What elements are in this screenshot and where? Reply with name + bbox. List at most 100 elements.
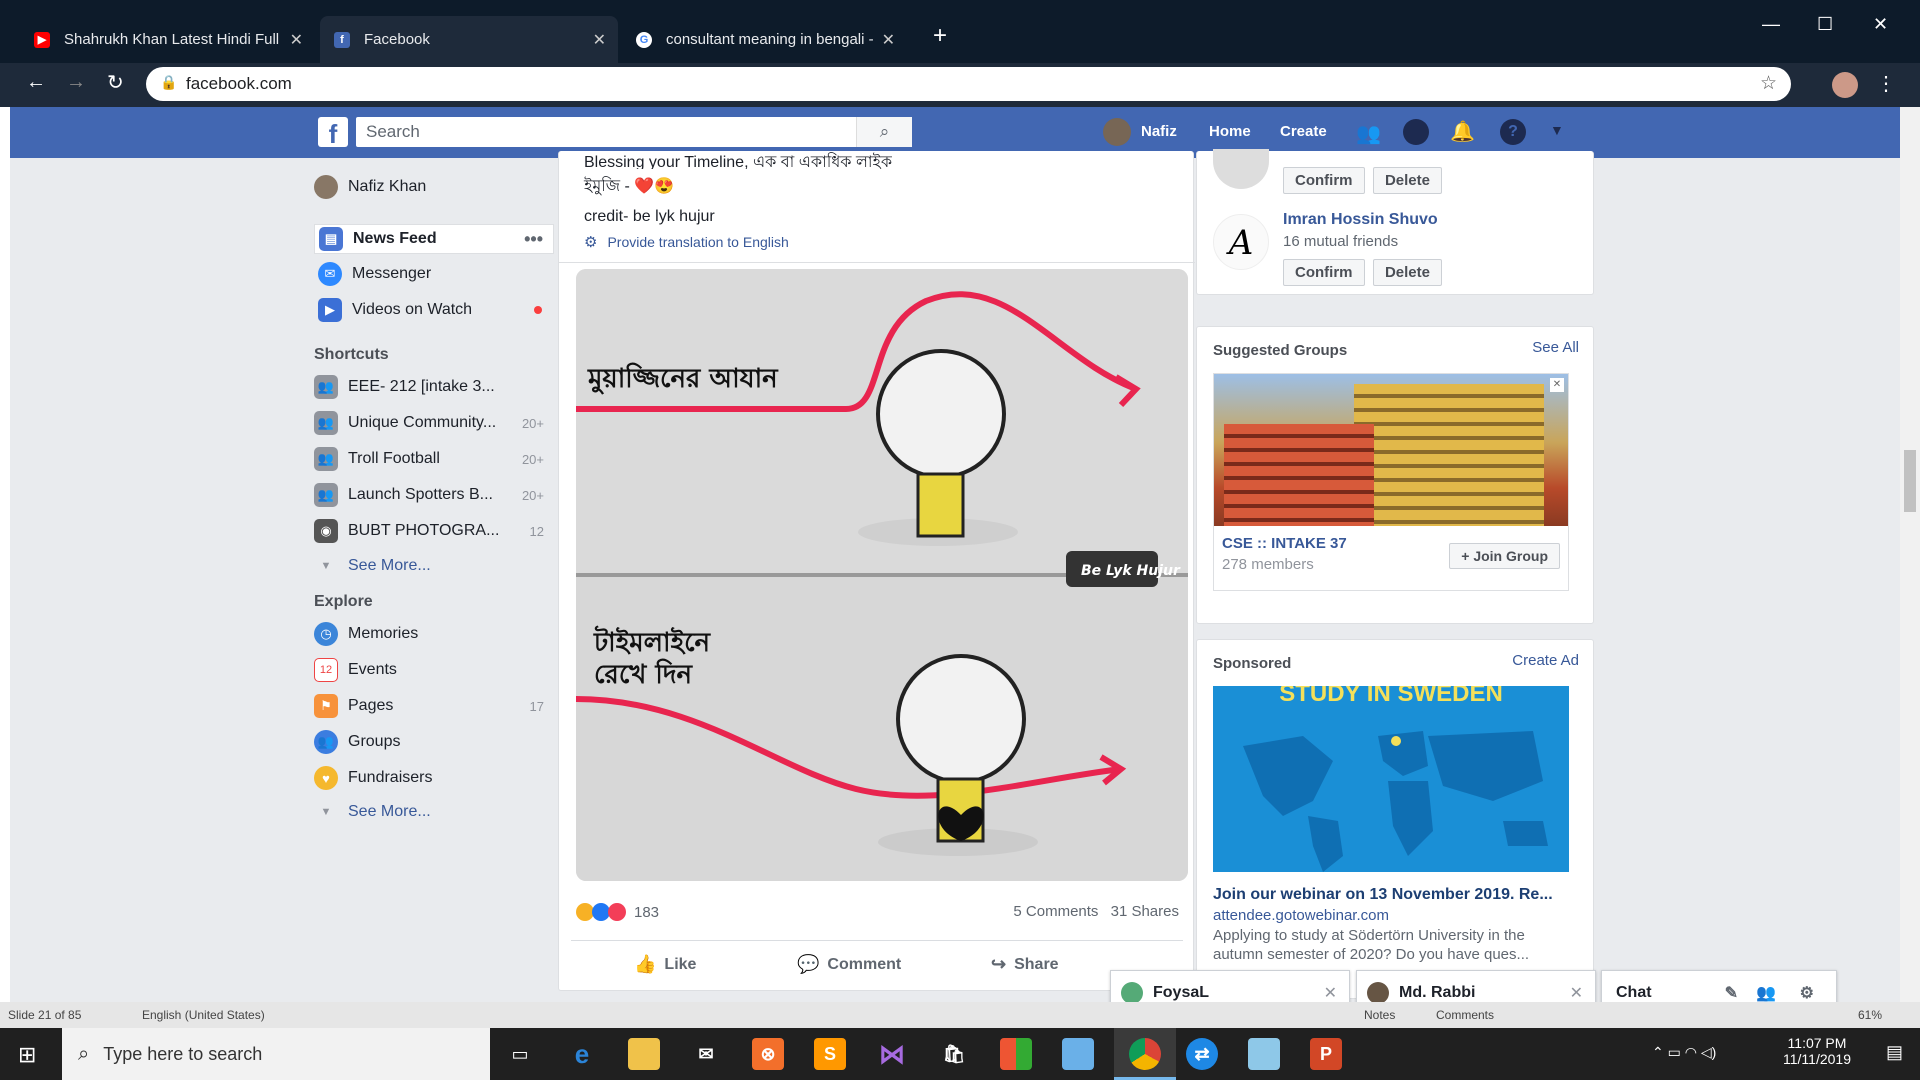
explore-memories[interactable]: ◷ Memories — [314, 619, 554, 649]
shortcut-item[interactable]: ◉ BUBT PHOTOGRA... 12 — [314, 516, 554, 546]
sublime-icon[interactable]: S — [814, 1038, 846, 1070]
close-chat-icon[interactable]: ✕ — [1324, 983, 1337, 1003]
ad-domain[interactable]: attendee.gotowebinar.com — [1213, 907, 1389, 924]
join-group-button[interactable]: + Join Group — [1449, 543, 1560, 569]
page-scrollbar[interactable] — [1900, 107, 1920, 1002]
avatar[interactable]: A — [1213, 214, 1269, 270]
explore-pages[interactable]: ⚑ Pages 17 — [314, 691, 554, 721]
comment-button[interactable]: 💬 Comment — [797, 954, 901, 975]
app-icon[interactable] — [1248, 1038, 1280, 1070]
nav-watch[interactable]: ▶ Videos on Watch — [314, 295, 554, 325]
action-center-icon[interactable]: ▤ — [1886, 1042, 1903, 1063]
notifications-icon[interactable]: 🔔 — [1450, 119, 1475, 144]
edge-icon[interactable]: e — [566, 1038, 598, 1070]
search-icon[interactable]: ⌕ — [856, 117, 912, 147]
file-explorer-icon[interactable] — [628, 1038, 660, 1070]
dismiss-icon[interactable]: ✕ — [1550, 378, 1564, 392]
clock[interactable]: 11:07 PM 11/11/2019 — [1762, 1035, 1872, 1067]
close-tab-icon[interactable]: ✕ — [290, 30, 303, 50]
windows-start-icon[interactable]: ⊞ — [18, 1042, 36, 1068]
reactions-summary[interactable]: 183 — [576, 903, 659, 921]
comments-button[interactable]: Comments — [1436, 1008, 1494, 1022]
ad-image[interactable]: STUDY IN SWEDEN — [1213, 686, 1569, 872]
shortcut-item[interactable]: 👥 Troll Football 20+ — [314, 444, 554, 474]
maximize-icon[interactable]: ☐ — [1817, 14, 1833, 35]
bookmark-star-icon[interactable]: ☆ — [1760, 72, 1777, 95]
new-tab-button[interactable]: + — [933, 22, 947, 50]
group-suggestion[interactable]: ✕ CSE :: INTAKE 37 278 members + Join Gr… — [1213, 373, 1569, 591]
xampp-icon[interactable]: ⊗ — [752, 1038, 784, 1070]
create-link[interactable]: Create — [1280, 123, 1327, 140]
menu-dots-icon[interactable]: ⋮ — [1876, 71, 1896, 96]
teamviewer-icon[interactable]: ⇄ — [1186, 1038, 1218, 1070]
close-window-icon[interactable]: ✕ — [1873, 14, 1888, 35]
explore-groups[interactable]: 👥 Groups — [314, 727, 554, 757]
confirm-button[interactable]: Confirm — [1283, 167, 1365, 194]
system-tray-icons[interactable]: ⌃ ▭ ◠ ◁) — [1652, 1044, 1716, 1061]
share-count[interactable]: 31 Shares — [1111, 903, 1179, 920]
group-name[interactable]: CSE :: INTAKE 37 — [1222, 535, 1347, 552]
close-tab-icon[interactable]: ✕ — [593, 30, 606, 50]
explore-events[interactable]: 12 Events — [314, 655, 554, 685]
confirm-button[interactable]: Confirm — [1283, 259, 1365, 286]
messenger-icon[interactable] — [1403, 119, 1429, 145]
left-nav-profile[interactable]: Nafiz Khan — [314, 175, 426, 199]
like-button[interactable]: 👍 Like — [634, 954, 696, 975]
help-icon[interactable]: ? — [1500, 119, 1526, 145]
avatar[interactable] — [1103, 118, 1131, 146]
app-icon[interactable] — [1000, 1038, 1032, 1070]
virtualbox-icon[interactable] — [1062, 1038, 1094, 1070]
nav-news-feed[interactable]: ▤ News Feed ••• — [314, 224, 554, 254]
explore-fundraisers[interactable]: ♥ Fundraisers — [314, 763, 554, 793]
nav-messenger[interactable]: ✉ Messenger — [314, 259, 554, 289]
profile-avatar[interactable] — [1832, 72, 1858, 98]
account-menu-icon[interactable]: ▼ — [1550, 122, 1564, 138]
create-ad-link[interactable]: Create Ad — [1512, 652, 1579, 669]
tab-google[interactable]: G consultant meaning in bengali - ✕ — [622, 16, 907, 63]
see-more-explore[interactable]: ▼ See More... — [314, 797, 554, 827]
building-illustration — [1354, 384, 1544, 526]
back-icon[interactable]: ← — [26, 71, 46, 94]
post-image[interactable]: মুয়াজ্জিনের আযান টাইমলাইনে রেখে দিন Be … — [576, 269, 1188, 881]
friend-name[interactable]: Imran Hossin Shuvo — [1283, 211, 1438, 229]
tab-youtube[interactable]: ▶ Shahrukh Khan Latest Hindi Full ✕ — [20, 16, 315, 63]
close-tab-icon[interactable]: ✕ — [882, 30, 895, 50]
taskbar-search[interactable]: ⌕ Type here to search — [62, 1028, 490, 1080]
shortcut-item[interactable]: 👥 Launch Spotters B... 20+ — [314, 480, 554, 510]
tab-facebook[interactable]: f Facebook ✕ — [320, 16, 618, 63]
more-options-icon[interactable]: ••• — [524, 229, 543, 250]
group-cover-image[interactable]: ✕ — [1214, 374, 1568, 526]
translate-link[interactable]: ⚙ Provide translation to English — [584, 233, 789, 251]
see-all-link[interactable]: See All — [1532, 339, 1579, 356]
reload-icon[interactable]: ↻ — [107, 70, 124, 95]
friend-requests-icon[interactable]: 👥 — [1356, 121, 1381, 146]
mail-icon[interactable]: ✉ — [690, 1038, 722, 1070]
close-chat-icon[interactable]: ✕ — [1570, 983, 1583, 1003]
see-more-shortcuts[interactable]: ▼ See More... — [314, 551, 554, 581]
gear-icon[interactable]: ⚙ — [1800, 983, 1814, 1003]
profile-link[interactable]: Nafiz — [1141, 123, 1177, 140]
address-bar[interactable]: 🔒 facebook.com ☆ — [146, 67, 1791, 101]
search-input[interactable]: Search ⌕ — [356, 117, 912, 147]
scrollbar-thumb[interactable] — [1904, 450, 1916, 512]
visual-studio-icon[interactable]: ⋈ — [876, 1038, 908, 1070]
minimize-icon[interactable]: — — [1762, 14, 1780, 35]
new-message-icon[interactable]: ✎ — [1725, 983, 1738, 1003]
shortcut-item[interactable]: 👥 EEE- 212 [intake 3... — [314, 372, 554, 402]
store-icon[interactable]: 🛍 — [938, 1038, 970, 1070]
task-view-icon[interactable]: ▭ — [504, 1038, 536, 1070]
forward-icon[interactable]: → — [66, 71, 86, 94]
notes-button[interactable]: Notes — [1364, 1008, 1395, 1022]
shortcut-label: BUBT PHOTOGRA... — [348, 522, 500, 539]
share-button[interactable]: ↪ Share — [991, 954, 1059, 975]
chrome-taskbar-active[interactable] — [1114, 1028, 1176, 1080]
delete-button[interactable]: Delete — [1372, 167, 1442, 194]
powerpoint-icon[interactable]: P — [1310, 1038, 1342, 1070]
delete-button[interactable]: Delete — [1372, 259, 1442, 286]
ad-title[interactable]: Join our webinar on 13 November 2019. Re… — [1213, 886, 1573, 904]
shortcut-item[interactable]: 👥 Unique Community... 20+ — [314, 408, 554, 438]
home-link[interactable]: Home — [1209, 123, 1251, 140]
facebook-logo[interactable]: f — [318, 117, 348, 149]
comment-count[interactable]: 5 Comments — [1013, 903, 1098, 920]
create-group-icon[interactable]: 👥 — [1756, 983, 1776, 1003]
